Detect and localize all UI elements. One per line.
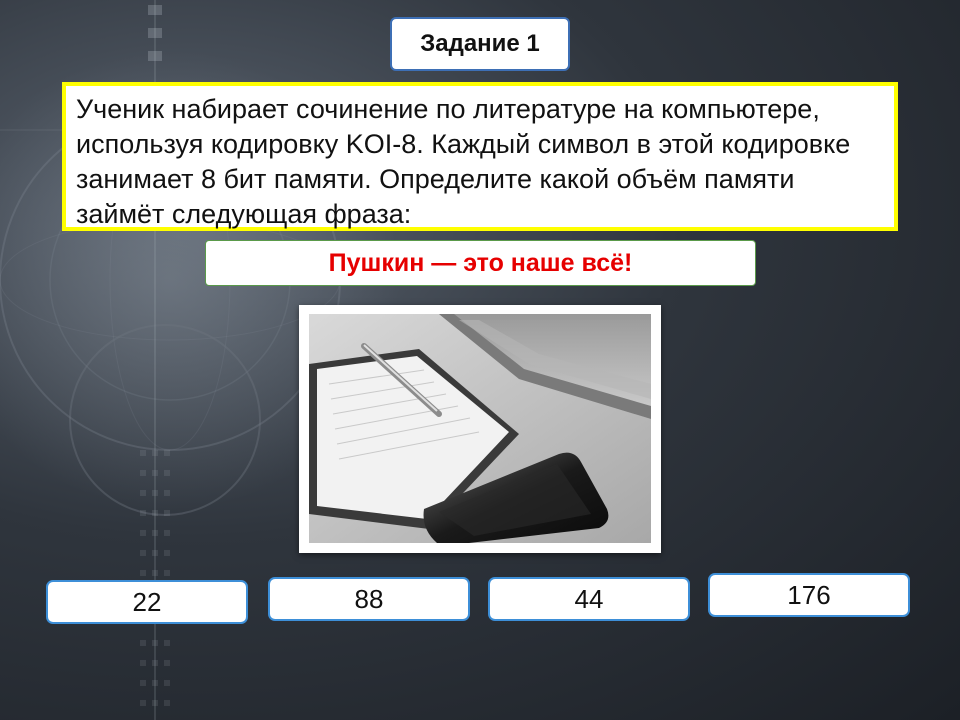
answer-button-3[interactable]: 44 [488,577,690,621]
phrase-box: Пушкин — это наше всё! [205,240,756,286]
notebook-laptop-phone-photo [309,314,651,543]
task-text: Ученик набирает сочинение по литературе … [62,82,898,231]
slide-title: Задание 1 [390,17,570,71]
answer-button-1[interactable]: 22 [46,580,248,624]
answer-button-2[interactable]: 88 [268,577,470,621]
photo-frame [299,305,661,553]
answer-button-4[interactable]: 176 [708,573,910,617]
